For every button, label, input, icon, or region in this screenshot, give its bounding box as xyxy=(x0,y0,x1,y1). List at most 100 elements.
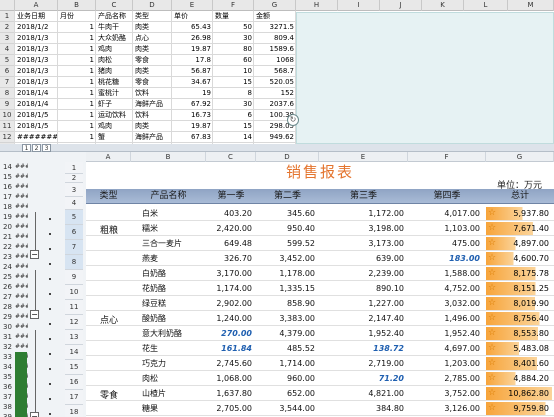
cell-date[interactable]: 2018/1/4 xyxy=(15,99,58,110)
cell-price[interactable]: 19 xyxy=(172,88,213,99)
cell-category[interactable]: 海鲜产品 xyxy=(133,99,172,110)
rotate-handle-icon[interactable]: ↻ xyxy=(287,114,299,126)
column-header-I[interactable]: I xyxy=(338,0,380,11)
outer-row-header[interactable]: 29 xyxy=(0,312,15,322)
row-header[interactable]: 12 xyxy=(0,132,15,143)
cell-qty[interactable]: 50 xyxy=(213,22,254,33)
column-header-B[interactable]: B xyxy=(58,0,96,11)
outer-row-header[interactable]: 15 xyxy=(0,172,15,182)
cell-month[interactable]: 1 xyxy=(58,77,96,88)
report-row-header[interactable]: 15 xyxy=(65,360,83,375)
column-header-D[interactable]: D xyxy=(133,0,172,11)
outer-row-header[interactable]: 16 xyxy=(0,182,15,192)
cell-amount[interactable]: 949.62 xyxy=(254,132,296,143)
column-header-A[interactable]: A xyxy=(15,0,58,11)
cell-price[interactable]: 19.87 xyxy=(172,44,213,55)
cell-product[interactable]: 鸡肉 xyxy=(96,44,133,55)
row-header[interactable]: 4 xyxy=(0,44,15,55)
cell-price[interactable]: 17.8 xyxy=(172,55,213,66)
report-row[interactable]: 酸奶酪 1,240.00 3,383.00 2,147.40 1,496.00 ☆ 8,75… xyxy=(86,311,554,326)
cell-price[interactable]: 65.43 xyxy=(172,22,213,33)
cell-category[interactable]: 零食 xyxy=(133,55,172,66)
cell-month[interactable]: 1 xyxy=(58,121,96,132)
outer-row-header[interactable]: 35 xyxy=(0,372,15,382)
report-row[interactable]: 燕麦 326.70 3,452.00 639.00 183.00 ☆ 4,600.70 xyxy=(86,251,554,266)
row-header[interactable]: 3 xyxy=(0,33,15,44)
cell-category[interactable]: 类型 xyxy=(133,11,172,22)
cell-qty[interactable]: 15 xyxy=(213,121,254,132)
cell-date[interactable]: 2018/1/5 xyxy=(15,121,58,132)
cell-price[interactable]: 67.92 xyxy=(172,99,213,110)
cell-amount[interactable]: 520.05 xyxy=(254,77,296,88)
column-header-J[interactable]: J xyxy=(380,0,422,11)
report-row[interactable]: 白奶酪 3,170.00 1,178.00 2,239.00 1,588.00 ☆ 8,17… xyxy=(86,266,554,281)
report-row-header[interactable]: 11 xyxy=(65,300,83,315)
cell-qty[interactable]: 30 xyxy=(213,33,254,44)
report-row-header[interactable]: 16 xyxy=(65,375,83,390)
report-row[interactable]: 花生 161.84 485.52 138.72 4,697.00 ☆ 5,483.08 xyxy=(86,341,554,356)
cell-product[interactable]: 蟹 xyxy=(96,132,133,143)
row-header[interactable]: 5 xyxy=(0,55,15,66)
cell-category[interactable]: 肉类 xyxy=(133,121,172,132)
outer-row-header[interactable]: 31 xyxy=(0,332,15,342)
report-row-header[interactable]: 13 xyxy=(65,330,83,345)
outer-row-header[interactable]: 28 xyxy=(0,302,15,312)
cell-date[interactable]: ####### xyxy=(15,132,58,143)
outer-row-header[interactable]: 30 xyxy=(0,322,15,332)
report-row-header[interactable]: 7 xyxy=(65,240,83,255)
cell-date[interactable]: 2018/1/3 xyxy=(15,77,58,88)
cell-amount[interactable]: 1068 xyxy=(254,55,296,66)
report-row-header[interactable]: 12 xyxy=(65,315,83,330)
outer-row-header[interactable]: 21 xyxy=(0,232,15,242)
collapse-group-button[interactable]: − xyxy=(30,412,39,417)
cell-qty[interactable]: 数量 xyxy=(213,11,254,22)
cell-month[interactable]: 1 xyxy=(58,132,96,143)
report-row-header[interactable]: 8 xyxy=(65,255,83,270)
row-header[interactable]: 2 xyxy=(0,22,15,33)
cell-month[interactable]: 1 xyxy=(58,110,96,121)
cell-date[interactable]: 2018/1/3 xyxy=(15,55,58,66)
cell-category[interactable]: 肉类 xyxy=(133,66,172,77)
cell-date[interactable]: 2018/1/5 xyxy=(15,110,58,121)
cell-price[interactable]: 单价 xyxy=(172,11,213,22)
outline-level-2-button[interactable]: 2 xyxy=(32,144,41,152)
cell-qty[interactable]: 14 xyxy=(213,132,254,143)
collapse-group-button[interactable]: − xyxy=(30,250,39,259)
report-row[interactable]: 山楂片 1,637.80 652.00 4,821.00 3,752.00 ☆ 10,862… xyxy=(86,386,554,401)
report-row-header[interactable]: 9 xyxy=(65,270,83,285)
report-row[interactable]: 花奶酪 1,174.00 1,335.15 890.10 4,752.00 ☆ 8,151.… xyxy=(86,281,554,296)
report-row[interactable]: 巧克力 2,745.60 1,714.00 2,719.00 1,203.00 ☆ 8,40… xyxy=(86,356,554,371)
cell-amount[interactable]: 3271.5 xyxy=(254,22,296,33)
cell-date[interactable]: 2018/1/4 xyxy=(15,88,58,99)
report-row-header[interactable]: 18 xyxy=(65,405,83,417)
outer-row-header[interactable]: 33 xyxy=(0,352,15,362)
cell-product[interactable]: 肉松 xyxy=(96,55,133,66)
cell-category[interactable]: 点心 xyxy=(133,33,172,44)
outer-row-header[interactable]: 23 xyxy=(0,252,15,262)
cell-amount[interactable]: 568.7 xyxy=(254,66,296,77)
cell-price[interactable]: 19.87 xyxy=(172,121,213,132)
column-header-H[interactable]: H xyxy=(296,0,338,11)
cell-amount[interactable]: 金额 xyxy=(254,11,296,22)
cell-product[interactable]: 牛肉干 xyxy=(96,22,133,33)
cell-date[interactable]: 2018/1/2 xyxy=(15,22,58,33)
cell-month[interactable]: 1 xyxy=(58,22,96,33)
row-header[interactable]: 11 xyxy=(0,121,15,132)
outline-level-1-button[interactable]: 1 xyxy=(22,144,31,152)
cell-month[interactable]: 1 xyxy=(58,55,96,66)
cell-amount[interactable]: 152 xyxy=(254,88,296,99)
report-row[interactable]: 意大利奶酪 270.00 4,379.00 1,952.40 1,952.40 ☆ 8,55… xyxy=(86,326,554,341)
cell-month[interactable]: 1 xyxy=(58,44,96,55)
outline-level-3-button[interactable]: 3 xyxy=(42,144,51,152)
cell-qty[interactable]: 8 xyxy=(213,88,254,99)
cell-product[interactable]: 运动饮料 xyxy=(96,110,133,121)
cell-qty[interactable]: 15 xyxy=(213,77,254,88)
column-header-C[interactable]: C xyxy=(96,0,133,11)
cell-category[interactable]: 饮料 xyxy=(133,110,172,121)
outer-row-header[interactable]: 19 xyxy=(0,212,15,222)
cell-price[interactable]: 56.87 xyxy=(172,66,213,77)
row-header[interactable]: 10 xyxy=(0,110,15,121)
cell-category[interactable]: 饮料 xyxy=(133,88,172,99)
cell-product[interactable]: 大众奶酪 xyxy=(96,33,133,44)
cell-qty[interactable]: 6 xyxy=(213,110,254,121)
